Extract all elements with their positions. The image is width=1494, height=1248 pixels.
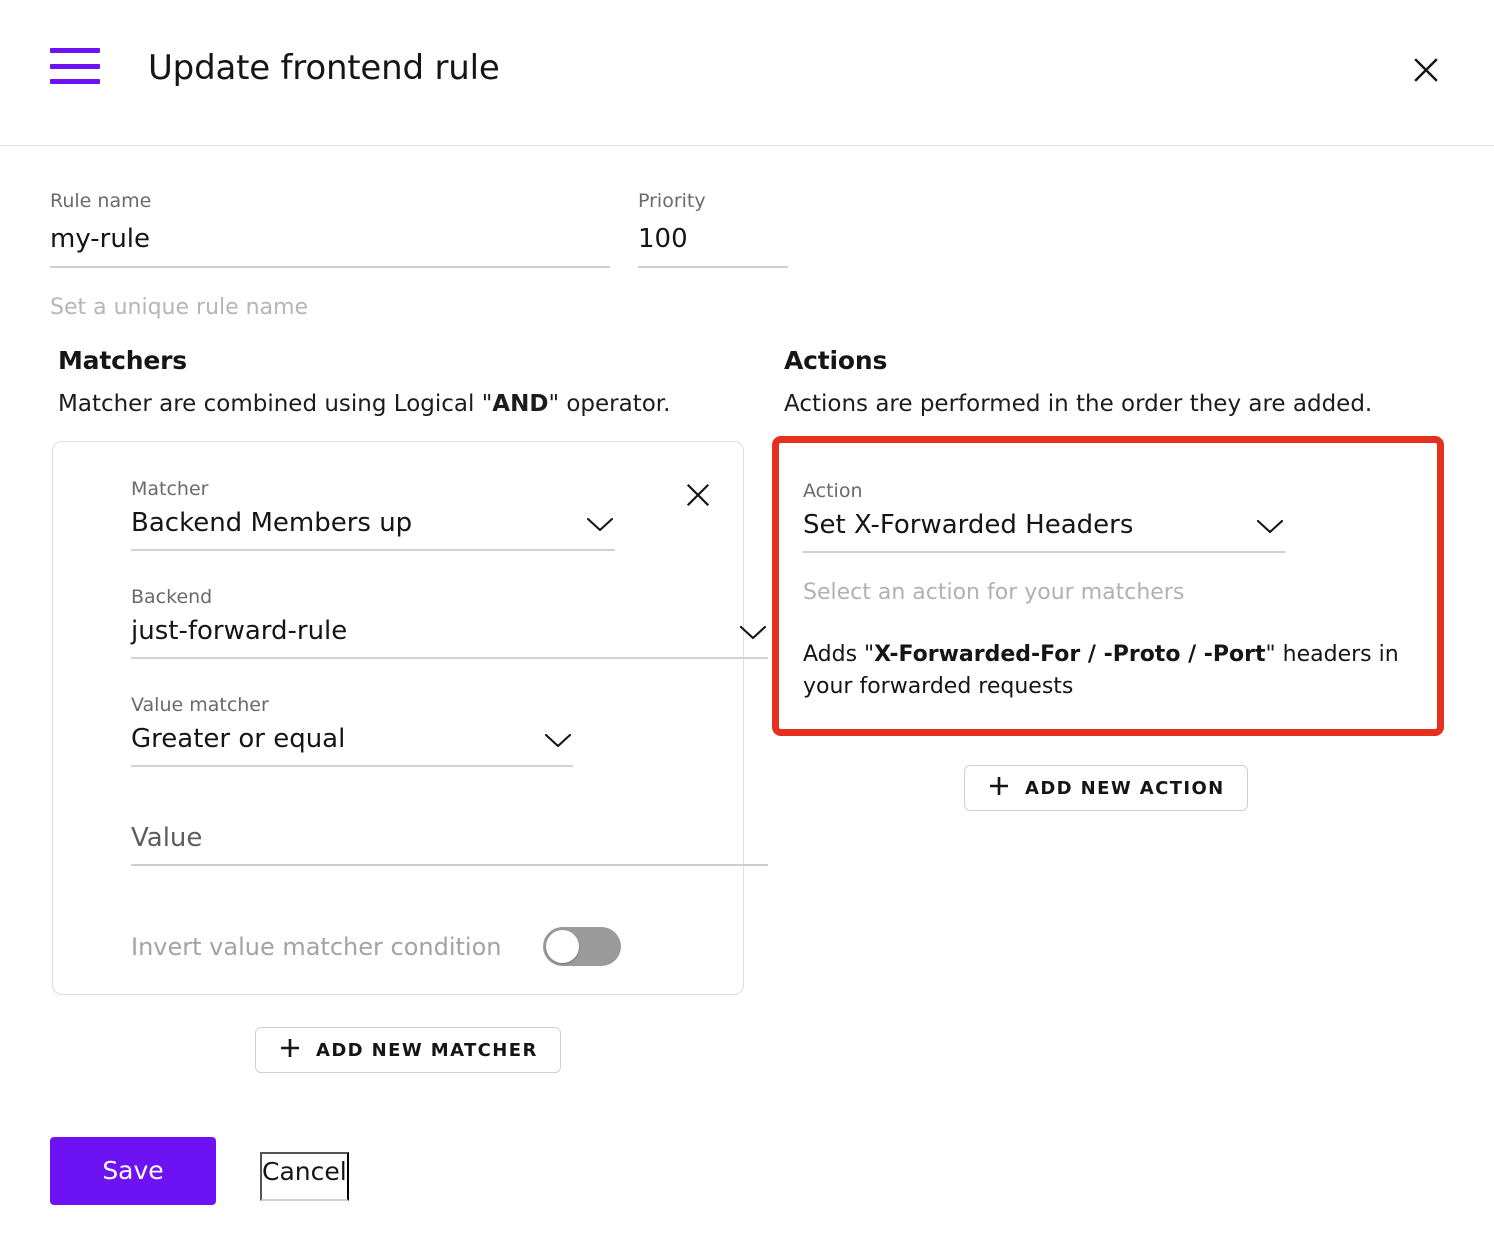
value-field: Value <box>131 817 768 866</box>
rule-name-input[interactable]: my-rule <box>50 220 610 268</box>
priority-label: Priority <box>638 190 706 212</box>
matcher-type-field: Matcher Backend Members up <box>131 477 615 551</box>
chevron-down-icon <box>738 624 768 646</box>
value-matcher-select[interactable]: Greater or equal <box>131 721 573 767</box>
action-type-label: Action <box>803 480 863 502</box>
actions-title: Actions <box>784 346 888 375</box>
priority-input[interactable]: 100 <box>638 220 788 268</box>
hamburger-icon[interactable] <box>50 48 100 84</box>
matcher-type-select[interactable]: Backend Members up <box>131 505 615 551</box>
actions-description: Actions are performed in the order they … <box>784 391 1373 417</box>
add-new-action-label: ADD NEW ACTION <box>1025 777 1225 799</box>
matchers-section: Matchers Matcher are combined using Logi… <box>58 344 758 420</box>
matchers-description: Matcher are combined using Logical "AND"… <box>58 388 758 420</box>
close-icon[interactable] <box>1408 52 1444 88</box>
hamburger-bar <box>50 48 100 53</box>
rule-name-helper-text: Set a unique rule name <box>50 295 309 320</box>
invert-value-matcher-row: Invert value matcher condition <box>131 927 621 966</box>
matchers-title: Matchers <box>58 346 187 375</box>
hamburger-bar <box>50 63 100 69</box>
rule-name-field: Rule name my-rule <box>50 188 610 268</box>
value-matcher-field: Value matcher Greater or equal <box>131 693 573 767</box>
action-description-prefix: Adds " <box>803 642 875 667</box>
matchers-description-suffix: " operator. <box>548 391 671 417</box>
chevron-down-icon <box>585 516 615 538</box>
update-frontend-rule-dialog: Update frontend rule Rule name my-rule P… <box>0 0 1494 1248</box>
action-description: Adds "X-Forwarded-For / -Proto / -Port" … <box>803 639 1411 703</box>
action-type-select[interactable]: Set X-Forwarded Headers <box>803 507 1285 553</box>
rule-name-label: Rule name <box>50 190 152 212</box>
add-new-matcher-label: ADD NEW MATCHER <box>316 1039 538 1061</box>
value-input-placeholder: Value <box>131 823 203 853</box>
toggle-knob <box>546 930 579 963</box>
chevron-down-icon <box>543 732 573 754</box>
invert-value-matcher-label: Invert value matcher condition <box>131 932 502 961</box>
value-matcher-value: Greater or equal <box>131 724 346 754</box>
action-description-bold: X-Forwarded-For / -Proto / -Port <box>874 642 1266 667</box>
action-type-value: Set X-Forwarded Headers <box>803 510 1134 540</box>
action-card-highlighted: Action Set X-Forwarded Headers Select an… <box>772 436 1444 736</box>
matcher-card: Matcher Backend Members up Backend just-… <box>52 441 768 995</box>
backend-select[interactable]: just-forward-rule <box>131 613 768 659</box>
save-button[interactable]: Save <box>50 1137 216 1205</box>
backend-label: Backend <box>131 586 213 608</box>
action-helper-text: Select an action for your matchers <box>803 580 1185 605</box>
cancel-button[interactable]: Cancel <box>260 1152 349 1201</box>
add-new-matcher-button[interactable]: ADD NEW MATCHER <box>255 1027 561 1073</box>
plus-icon <box>278 1036 302 1065</box>
value-input[interactable]: Value <box>131 820 768 866</box>
priority-field: Priority 100 <box>638 188 788 268</box>
matchers-description-bold: AND <box>492 391 549 417</box>
hamburger-bar <box>50 79 100 84</box>
matcher-type-label: Matcher <box>131 478 209 500</box>
remove-matcher-icon[interactable] <box>681 478 715 512</box>
page-title: Update frontend rule <box>148 48 500 88</box>
action-type-field: Action Set X-Forwarded Headers <box>803 479 1285 553</box>
plus-icon <box>987 774 1011 803</box>
actions-section: Actions Actions are performed in the ord… <box>784 344 1464 420</box>
backend-value: just-forward-rule <box>131 616 348 646</box>
chevron-down-icon <box>1255 518 1285 540</box>
invert-value-matcher-toggle[interactable] <box>543 927 621 966</box>
add-new-action-button[interactable]: ADD NEW ACTION <box>964 765 1248 811</box>
dialog-header: Update frontend rule <box>0 0 1494 146</box>
value-matcher-label: Value matcher <box>131 694 269 716</box>
matchers-description-prefix: Matcher are combined using Logical " <box>58 391 493 417</box>
backend-field: Backend just-forward-rule <box>131 585 768 659</box>
matcher-type-value: Backend Members up <box>131 508 413 538</box>
